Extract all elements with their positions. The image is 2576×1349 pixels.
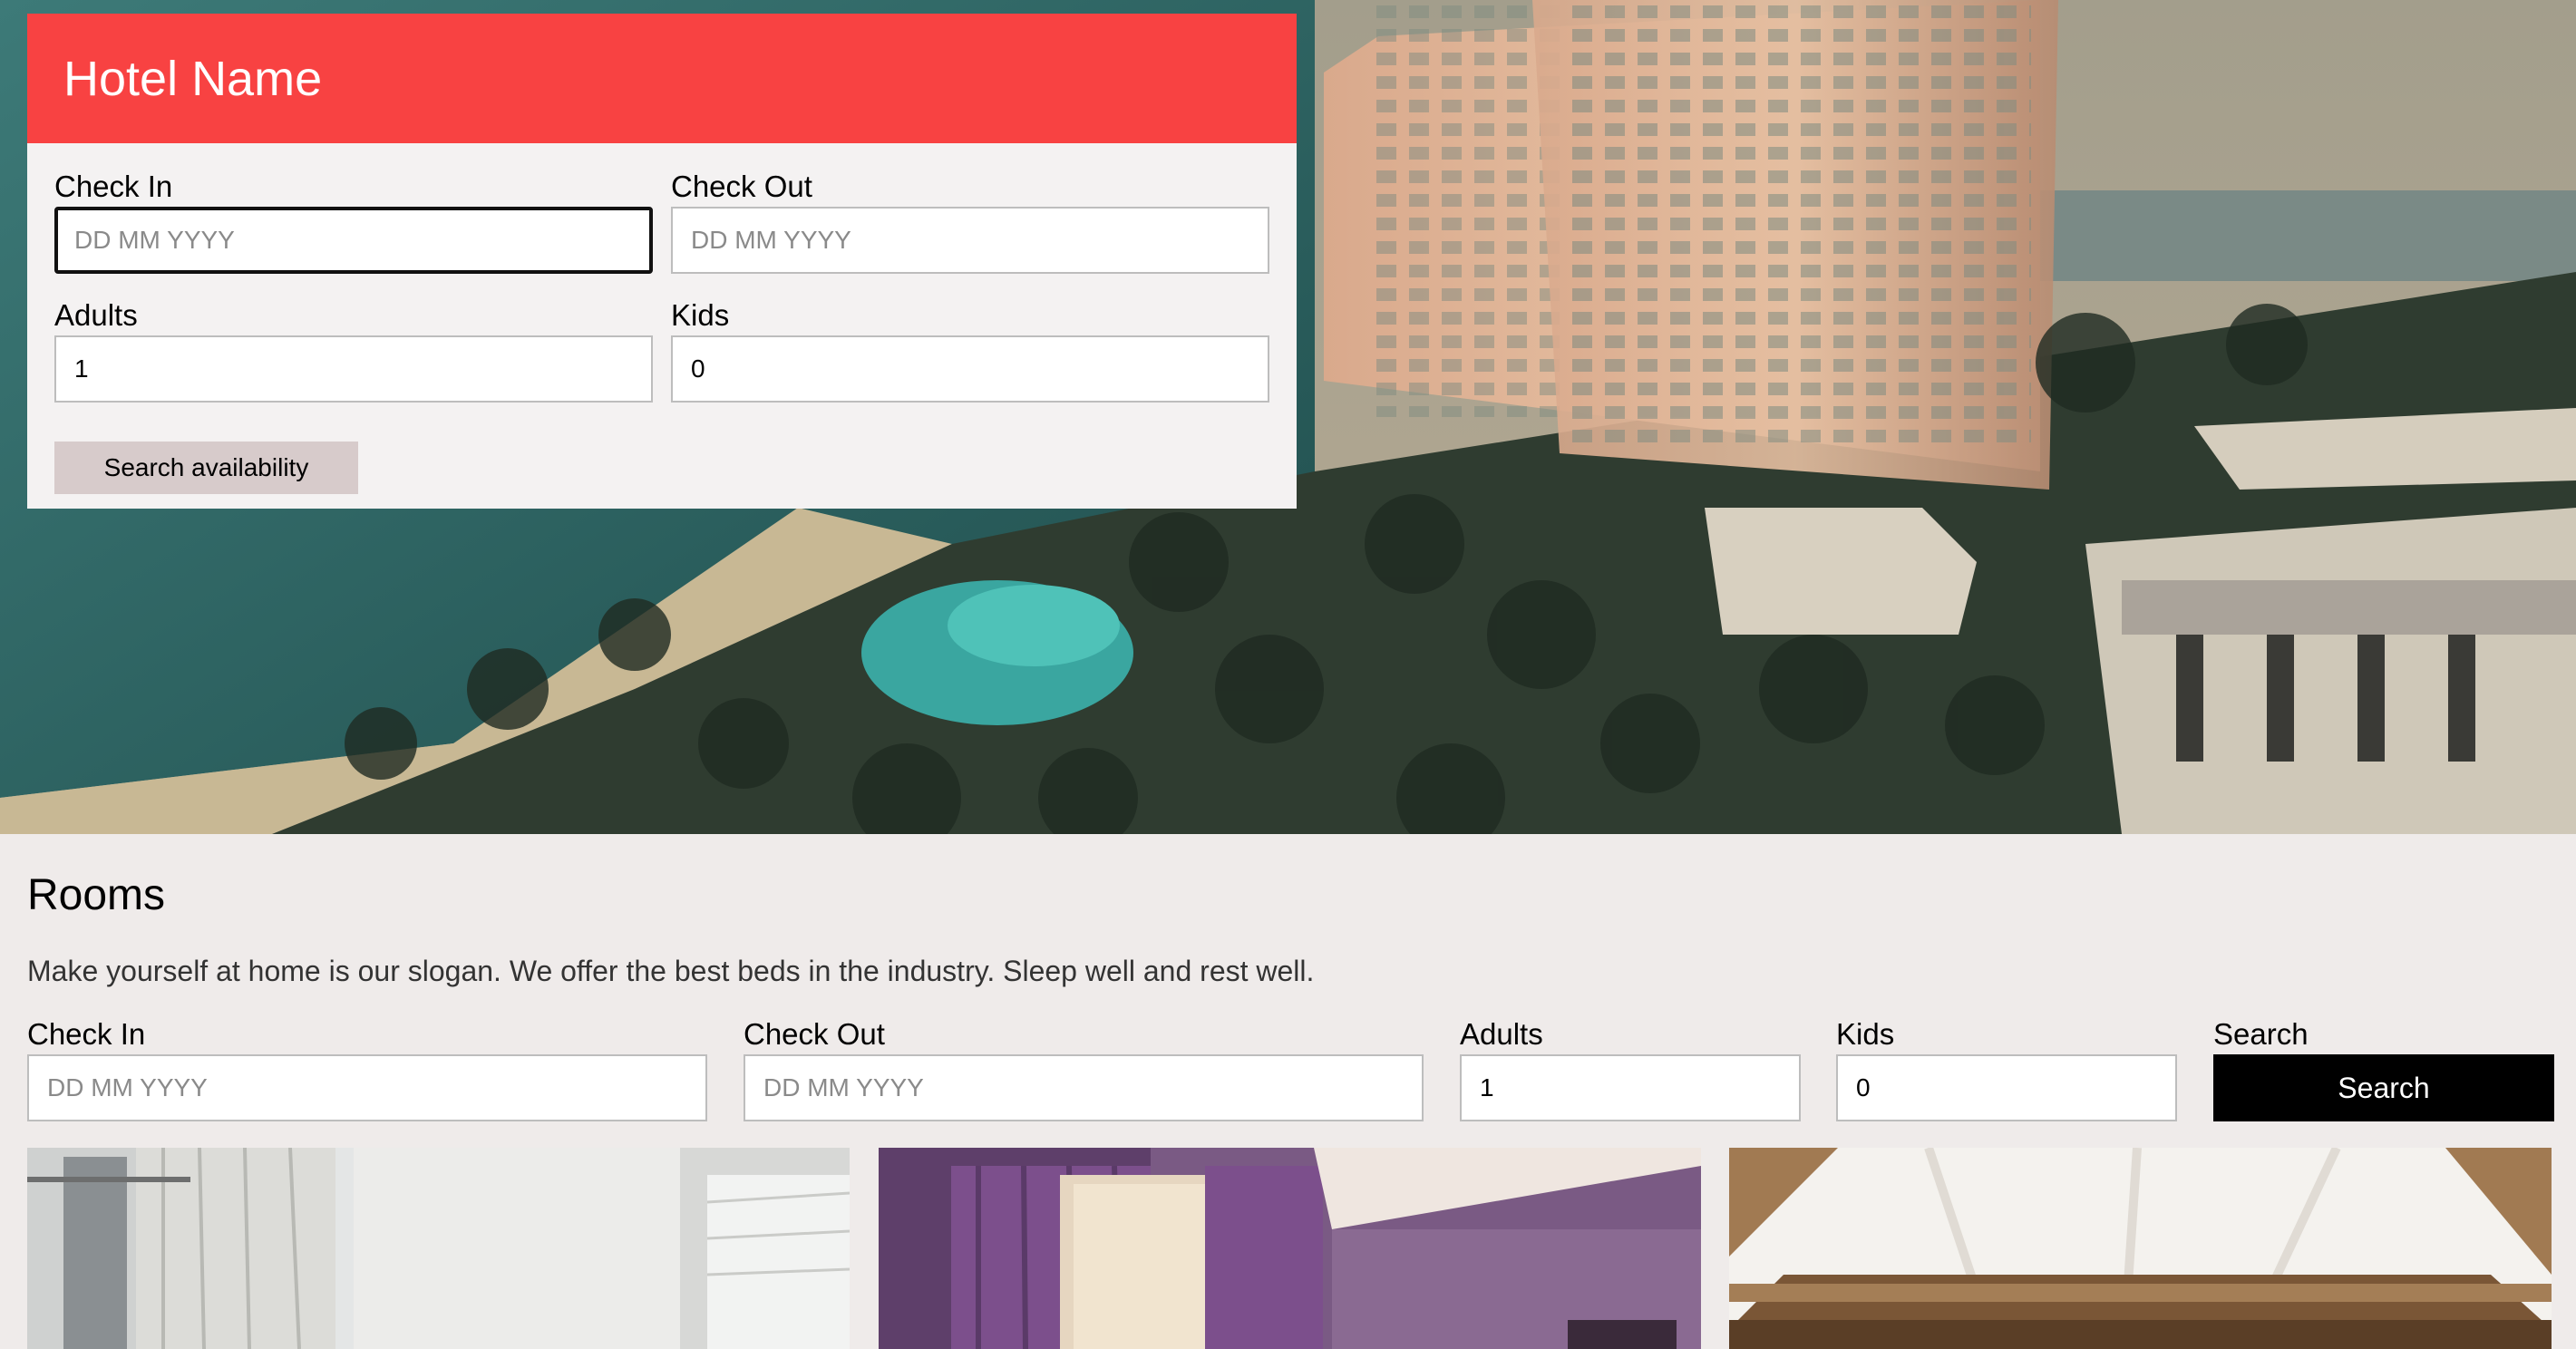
- adults-label: Adults: [54, 298, 138, 332]
- room-card-1[interactable]: [27, 1148, 850, 1349]
- rooms-adults-input[interactable]: [1460, 1054, 1801, 1121]
- rooms-check-in-input[interactable]: [27, 1054, 707, 1121]
- rooms-check-out-field: Check Out: [744, 1018, 1424, 1121]
- rooms-search-button[interactable]: Search: [2213, 1054, 2554, 1121]
- kids-label: Kids: [671, 298, 730, 332]
- rooms-description: Make yourself at home is our slogan. We …: [27, 955, 1315, 987]
- room-photo-purple-room: [879, 1148, 1701, 1349]
- room-card-3[interactable]: [1729, 1148, 2552, 1349]
- check-out-label: Check Out: [671, 170, 812, 203]
- check-out-field: Check Out: [671, 170, 1269, 274]
- rooms-check-out-input[interactable]: [744, 1054, 1424, 1121]
- hotel-name: Hotel Name: [63, 51, 323, 106]
- rooms-check-in-label: Check In: [27, 1017, 146, 1051]
- check-in-input[interactable]: [54, 207, 653, 274]
- check-in-field: Check In: [54, 170, 653, 274]
- check-in-label: Check In: [54, 170, 173, 203]
- kids-field: Kids: [671, 299, 1269, 403]
- rooms-section: Rooms Make yourself at home is our sloga…: [0, 834, 2576, 1349]
- hero-section: Hotel Name Check In Check Out Adults Kid…: [0, 0, 2576, 834]
- search-availability-button[interactable]: Search availability: [54, 442, 358, 494]
- adults-input[interactable]: [54, 335, 653, 403]
- rooms-search-label: Search: [2213, 1017, 2309, 1051]
- kids-input[interactable]: [671, 335, 1269, 403]
- rooms-kids-label: Kids: [1836, 1017, 1895, 1051]
- rooms-title: Rooms: [27, 871, 166, 919]
- rooms-adults-field: Adults: [1460, 1018, 1801, 1121]
- check-out-input[interactable]: [671, 207, 1269, 274]
- rooms-check-out-label: Check Out: [744, 1017, 885, 1051]
- booking-card: Hotel Name Check In Check Out Adults Kid…: [27, 14, 1297, 509]
- room-photo-wooden-loft: [1729, 1148, 2552, 1349]
- room-photo-white-curtains: [27, 1148, 850, 1349]
- rooms-search-field: Search Search: [2213, 1018, 2554, 1121]
- rooms-adults-label: Adults: [1460, 1017, 1543, 1051]
- rooms-kids-field: Kids: [1836, 1018, 2177, 1121]
- adults-field: Adults: [54, 299, 653, 403]
- room-card-2[interactable]: [879, 1148, 1701, 1349]
- booking-header: Hotel Name: [27, 14, 1297, 143]
- rooms-kids-input[interactable]: [1836, 1054, 2177, 1121]
- rooms-check-in-field: Check In: [27, 1018, 707, 1121]
